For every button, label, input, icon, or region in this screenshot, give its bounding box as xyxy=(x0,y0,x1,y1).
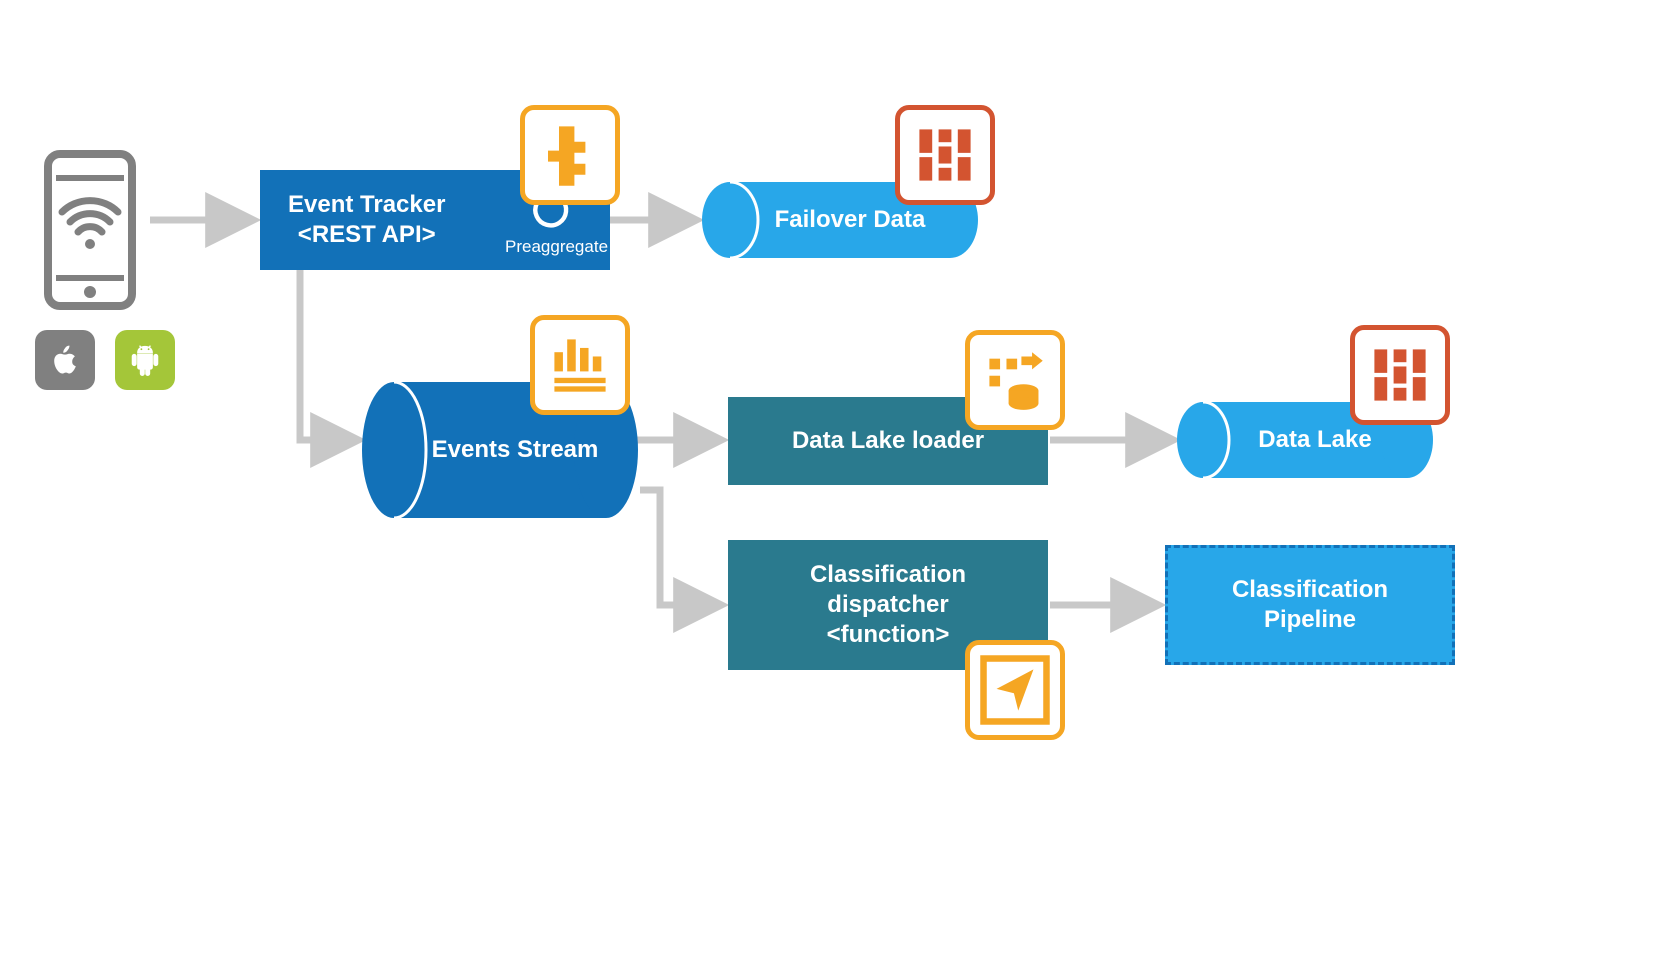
send-triangle-icon xyxy=(965,640,1065,740)
architecture-diagram: Event Tracker <REST API> Preaggregate Fa… xyxy=(0,0,1658,970)
connectors-layer xyxy=(0,0,1658,970)
preaggregate-label: Preaggregate xyxy=(505,237,595,257)
phone-wifi-icon xyxy=(40,150,140,310)
classification-pipeline-node: Classification Pipeline xyxy=(1165,545,1455,665)
classification-pipeline-label: Classification Pipeline xyxy=(1232,575,1388,635)
bar-chart-icon xyxy=(530,315,630,415)
classification-dispatcher-label: Classification dispatcher <function> xyxy=(810,560,966,650)
columns-icon xyxy=(1350,325,1450,425)
event-tracker-label: Event Tracker <REST API> xyxy=(288,190,445,250)
apple-icon xyxy=(35,330,95,390)
pipeline-shape-icon xyxy=(520,105,620,205)
android-icon xyxy=(115,330,175,390)
data-lake-loader-label: Data Lake loader xyxy=(792,426,984,456)
migrate-icon xyxy=(965,330,1065,430)
columns-icon xyxy=(895,105,995,205)
